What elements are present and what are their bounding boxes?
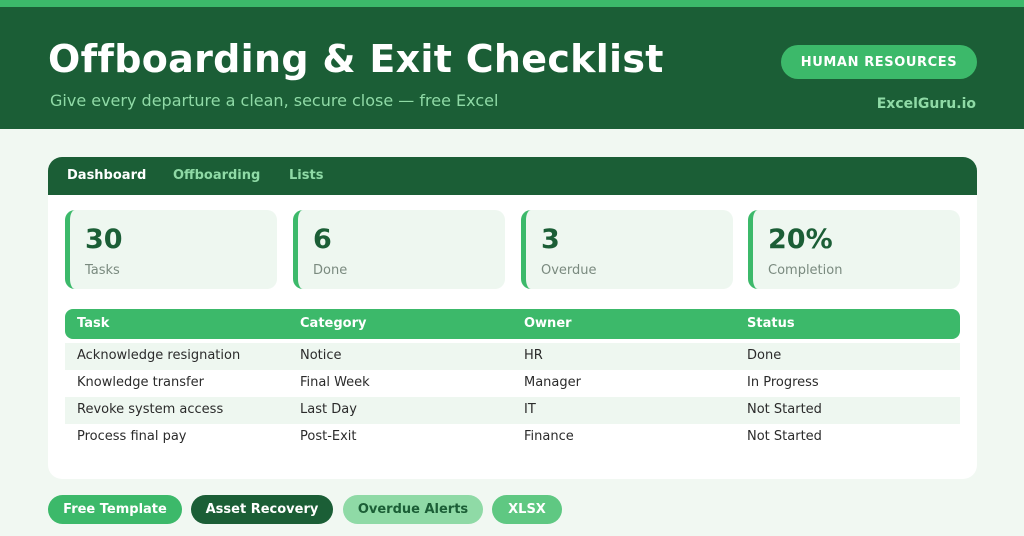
brand-label: ExcelGuru.io — [876, 96, 976, 112]
cell-owner: IT — [524, 402, 536, 417]
table-row: Acknowledge resignation Notice HR Done — [65, 343, 960, 370]
tag-xlsx: XLSX — [492, 495, 562, 524]
top-accent-strip — [0, 0, 1024, 7]
page-title: Offboarding & Exit Checklist — [48, 37, 664, 81]
table-row: Knowledge transfer Final Week Manager In… — [65, 370, 960, 397]
cell-task: Knowledge transfer — [77, 375, 204, 390]
kpi-value: 3 — [541, 224, 560, 255]
kpi-label: Completion — [768, 263, 843, 278]
kpi-tasks: 30 Tasks — [65, 210, 277, 289]
column-header-owner: Owner — [524, 316, 572, 331]
tab-offboarding[interactable]: Offboarding — [173, 168, 260, 183]
cell-category: Last Day — [300, 402, 357, 417]
tag-free-template: Free Template — [48, 495, 182, 524]
page-subtitle: Give every departure a clean, secure clo… — [50, 91, 499, 110]
tag-asset-recovery: Asset Recovery — [191, 495, 333, 524]
page-header: Offboarding & Exit Checklist Give every … — [0, 7, 1024, 129]
kpi-value: 6 — [313, 224, 332, 255]
kpi-done: 6 Done — [293, 210, 505, 289]
kpi-label: Done — [313, 263, 348, 278]
kpi-overdue: 3 Overdue — [521, 210, 733, 289]
cell-category: Notice — [300, 348, 342, 363]
cell-owner: Manager — [524, 375, 581, 390]
cell-status: In Progress — [747, 375, 819, 390]
workbook-preview-card: Dashboard Offboarding Lists 30 Tasks 6 D… — [48, 157, 977, 479]
tag-overdue-alerts: Overdue Alerts — [343, 495, 483, 524]
cell-owner: HR — [524, 348, 543, 363]
cell-task: Acknowledge resignation — [77, 348, 241, 363]
column-header-category: Category — [300, 316, 367, 331]
cell-status: Not Started — [747, 402, 822, 417]
table-row: Process final pay Post-Exit Finance Not … — [65, 424, 960, 451]
cell-task: Revoke system access — [77, 402, 224, 417]
cell-task: Process final pay — [77, 429, 187, 444]
tab-lists[interactable]: Lists — [289, 168, 323, 183]
tab-dashboard[interactable]: Dashboard — [67, 168, 146, 183]
cell-status: Done — [747, 348, 782, 363]
cell-category: Post-Exit — [300, 429, 357, 444]
kpi-label: Tasks — [85, 263, 120, 278]
cell-category: Final Week — [300, 375, 370, 390]
kpi-completion: 20% Completion — [748, 210, 960, 289]
column-header-status: Status — [747, 316, 795, 331]
table-header: Task Category Owner Status — [65, 309, 960, 339]
column-header-task: Task — [77, 316, 110, 331]
sheet-tab-bar: Dashboard Offboarding Lists — [48, 157, 977, 195]
category-badge: HUMAN RESOURCES — [781, 45, 977, 79]
kpi-label: Overdue — [541, 263, 597, 278]
table-row: Revoke system access Last Day IT Not Sta… — [65, 397, 960, 424]
cell-status: Not Started — [747, 429, 822, 444]
kpi-value: 30 — [85, 224, 123, 255]
cell-owner: Finance — [524, 429, 574, 444]
kpi-value: 20% — [768, 224, 833, 255]
